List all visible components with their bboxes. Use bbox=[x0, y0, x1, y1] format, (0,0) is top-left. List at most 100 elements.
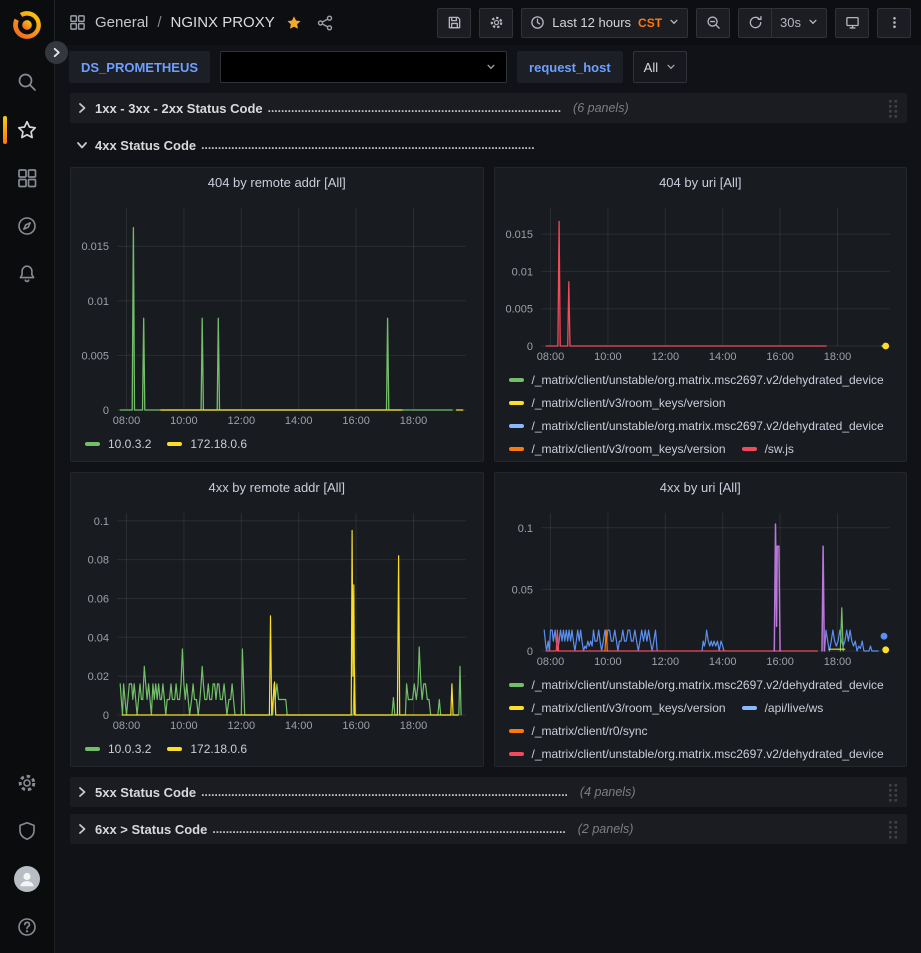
dashboard-grid-icon bbox=[69, 14, 86, 31]
panel-row: 4xx by remote addr [All] 08:0010:0012:00… bbox=[70, 472, 907, 767]
panel-legend: /_matrix/client/unstable/org.matrix.msc2… bbox=[495, 671, 907, 766]
search-icon bbox=[16, 71, 38, 93]
save-dashboard-button[interactable] bbox=[437, 8, 471, 38]
row-header-5xx[interactable]: 5xx Status Code ........................… bbox=[70, 777, 907, 807]
row-header-6xx[interactable]: 6xx > Status Code ......................… bbox=[70, 814, 907, 844]
svg-text:14:00: 14:00 bbox=[285, 415, 313, 427]
datasource-variable-value[interactable] bbox=[220, 51, 507, 83]
svg-text:16:00: 16:00 bbox=[766, 351, 794, 363]
legend-label: /_matrix/client/v3/room_keys/version bbox=[532, 442, 726, 456]
tv-mode-button[interactable] bbox=[835, 8, 869, 38]
avatar bbox=[14, 866, 40, 892]
legend-item[interactable]: 10.0.3.2 bbox=[85, 737, 151, 760]
svg-text:18:00: 18:00 bbox=[400, 720, 428, 732]
refresh-interval-label: 30s bbox=[780, 15, 801, 30]
legend-item[interactable]: /sw.js bbox=[742, 437, 794, 460]
legend-item[interactable]: 172.18.0.6 bbox=[167, 737, 247, 760]
time-series-chart[interactable]: 08:0010:0012:0014:0016:0018:0000.0050.01… bbox=[495, 198, 904, 366]
sidebar-item-starred[interactable] bbox=[0, 106, 55, 154]
row-panel-count: (6 panels) bbox=[573, 101, 629, 115]
svg-text:08:00: 08:00 bbox=[536, 351, 564, 363]
row-drag-handle[interactable] bbox=[888, 783, 899, 802]
svg-text:0.015: 0.015 bbox=[505, 229, 533, 241]
monitor-icon bbox=[845, 15, 860, 30]
chevron-right-icon bbox=[76, 102, 88, 114]
legend-label: 10.0.3.2 bbox=[108, 742, 151, 756]
panel-legend: 10.0.3.2 172.18.0.6 bbox=[71, 430, 483, 461]
time-series-chart[interactable]: 08:0010:0012:0014:0016:0018:0000.020.040… bbox=[71, 503, 480, 735]
row-title: 6xx > Status Code bbox=[95, 822, 207, 837]
chevron-right-icon bbox=[76, 786, 88, 798]
legend-item[interactable]: 172.18.0.6 bbox=[167, 432, 247, 455]
legend-swatch bbox=[509, 706, 524, 710]
sidebar-item-explore[interactable] bbox=[0, 202, 55, 250]
compass-icon bbox=[16, 215, 38, 237]
share-dashboard-button[interactable] bbox=[317, 15, 333, 31]
svg-text:18:00: 18:00 bbox=[400, 415, 428, 427]
sidebar-item-search[interactable] bbox=[0, 58, 55, 106]
time-range-label: Last 12 hours bbox=[552, 15, 631, 30]
row-header-1xx-3xx-2xx[interactable]: 1xx - 3xx - 2xx Status Code ............… bbox=[70, 93, 907, 123]
row-header-4xx[interactable]: 4xx Status Code ........................… bbox=[70, 130, 907, 160]
legend-item[interactable]: /_matrix/client/unstable/org.matrix.msc2… bbox=[509, 673, 884, 696]
panel-4xx-by-remote-addr: 4xx by remote addr [All] 08:0010:0012:00… bbox=[70, 472, 484, 767]
legend-item[interactable]: 10.0.3.2 bbox=[85, 432, 151, 455]
legend-label: 10.0.3.2 bbox=[108, 437, 151, 451]
clock-icon bbox=[530, 15, 545, 30]
sidebar-item-configuration[interactable] bbox=[0, 759, 55, 807]
legend-item[interactable]: /_matrix/client/unstable/org.matrix.msc2… bbox=[509, 742, 884, 765]
row-title-leader: ........................................… bbox=[201, 785, 568, 799]
svg-text:10:00: 10:00 bbox=[170, 415, 198, 427]
request-host-variable-value[interactable]: All bbox=[633, 51, 687, 83]
breadcrumb-separator: / bbox=[157, 14, 161, 31]
panel-title[interactable]: 4xx by remote addr [All] bbox=[71, 473, 483, 503]
zoom-out-icon bbox=[706, 15, 721, 30]
sidebar-item-dashboards[interactable] bbox=[0, 154, 55, 202]
panel-title[interactable]: 404 by remote addr [All] bbox=[71, 168, 483, 198]
svg-text:0.015: 0.015 bbox=[81, 241, 109, 253]
time-series-chart[interactable]: 08:0010:0012:0014:0016:0018:0000.050.1 bbox=[495, 503, 904, 671]
panel-title[interactable]: 4xx by uri [All] bbox=[495, 473, 907, 503]
svg-text:0: 0 bbox=[103, 405, 109, 417]
sidebar-item-server-admin[interactable] bbox=[0, 807, 55, 855]
sidebar-item-help[interactable] bbox=[0, 903, 55, 951]
time-range-picker[interactable]: Last 12 hours CST bbox=[521, 8, 688, 38]
legend-swatch bbox=[742, 447, 757, 451]
legend-item[interactable]: /_matrix/client/unstable/org.matrix.msc2… bbox=[509, 368, 884, 391]
legend-item[interactable]: /api/live/ws bbox=[742, 696, 824, 719]
refresh-interval-dropdown[interactable]: 30s bbox=[772, 8, 827, 38]
row-drag-handle[interactable] bbox=[888, 99, 899, 118]
row-drag-handle[interactable] bbox=[888, 820, 899, 839]
sidebar-item-profile[interactable] bbox=[0, 855, 55, 903]
legend-item[interactable]: /_matrix/client/r0/sync bbox=[509, 719, 648, 742]
svg-text:0.04: 0.04 bbox=[88, 632, 109, 644]
kebab-menu-button[interactable] bbox=[877, 8, 911, 38]
legend-item[interactable]: /_matrix/client/v3/room_keys/version bbox=[509, 391, 726, 414]
grafana-logo[interactable] bbox=[10, 8, 44, 42]
legend-label: 172.18.0.6 bbox=[190, 437, 247, 451]
refresh-dashboard-button[interactable] bbox=[738, 8, 772, 38]
dashboard-toolbar: General / NGINX PROXY bbox=[55, 0, 921, 45]
time-series-chart[interactable]: 08:0010:0012:0014:0016:0018:0000.0050.01… bbox=[71, 198, 480, 430]
svg-text:12:00: 12:00 bbox=[228, 720, 256, 732]
breadcrumb-folder[interactable]: General bbox=[95, 14, 148, 31]
kebab-menu-icon bbox=[887, 15, 902, 30]
svg-text:16:00: 16:00 bbox=[766, 656, 794, 668]
svg-text:14:00: 14:00 bbox=[285, 720, 313, 732]
zoom-out-time-button[interactable] bbox=[696, 8, 730, 38]
sidebar-expand-button[interactable] bbox=[45, 41, 68, 64]
legend-item[interactable]: /_matrix/client/v3/room_keys/version bbox=[509, 437, 726, 460]
datasource-variable-label[interactable]: DS_PROMETHEUS bbox=[69, 51, 210, 83]
legend-swatch bbox=[167, 747, 182, 751]
legend-label: /_matrix/client/unstable/org.matrix.msc2… bbox=[532, 678, 884, 692]
legend-label: 172.18.0.6 bbox=[190, 742, 247, 756]
sidebar-item-alerting[interactable] bbox=[0, 250, 55, 298]
svg-text:0.1: 0.1 bbox=[94, 516, 109, 528]
row-title: 4xx Status Code bbox=[95, 138, 196, 153]
request-host-variable-label[interactable]: request_host bbox=[517, 51, 623, 83]
legend-item[interactable]: /_matrix/client/unstable/org.matrix.msc2… bbox=[509, 414, 884, 437]
panel-title[interactable]: 404 by uri [All] bbox=[495, 168, 907, 198]
favorite-star-button[interactable] bbox=[286, 15, 302, 31]
legend-item[interactable]: /_matrix/client/v3/room_keys/version bbox=[509, 696, 726, 719]
dashboard-settings-button[interactable] bbox=[479, 8, 513, 38]
